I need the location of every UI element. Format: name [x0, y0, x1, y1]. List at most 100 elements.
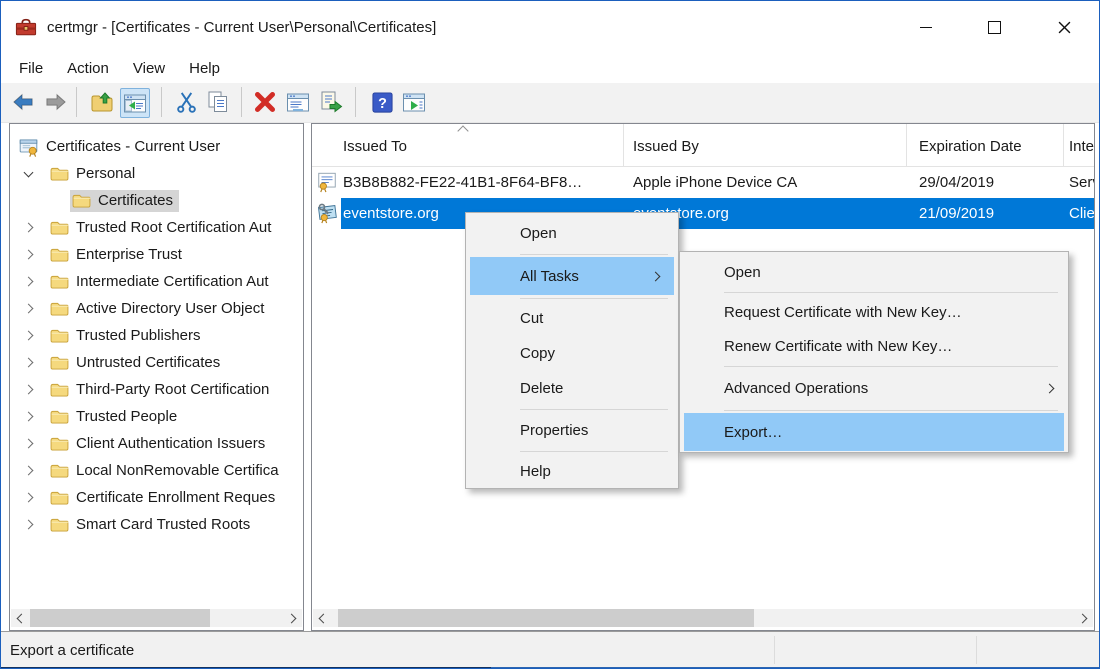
tree-item-personal[interactable]: Personal: [10, 160, 303, 187]
menu-separator: [724, 292, 1058, 293]
back-button[interactable]: [10, 89, 36, 115]
show-console-tree-button[interactable]: [120, 88, 150, 118]
tree-item-ad-user-object[interactable]: Active Directory User Object: [10, 295, 303, 322]
context-menu-item-all-tasks[interactable]: All Tasks: [470, 257, 674, 295]
submenu-chevron-icon: [651, 271, 661, 281]
submenu-item-renew-certificate[interactable]: Renew Certificate with New Key…: [680, 329, 1068, 363]
scrollbar-thumb[interactable]: [338, 609, 754, 627]
new-window-icon: [402, 90, 426, 114]
tree-item-trusted-people[interactable]: Trusted People: [10, 403, 303, 430]
menu-view[interactable]: View: [121, 56, 177, 81]
tree-selected-highlight: Certificates: [70, 190, 179, 212]
tree-horizontal-scrollbar[interactable]: [11, 609, 302, 627]
maximize-button[interactable]: [961, 2, 1027, 52]
tree-item-local-nonremovable[interactable]: Local NonRemovable Certifica: [10, 457, 303, 484]
cut-button[interactable]: [173, 89, 199, 115]
folder-icon: [72, 193, 91, 208]
tree-item-client-auth-issuers[interactable]: Client Authentication Issuers: [10, 430, 303, 457]
certificate-with-key-icon: [316, 202, 338, 224]
delete-button[interactable]: [252, 89, 278, 115]
chevron-right-icon[interactable]: [22, 357, 34, 369]
menu-file[interactable]: File: [7, 56, 55, 81]
tree-item-intermediate[interactable]: Intermediate Certification Aut: [10, 268, 303, 295]
certificate-row[interactable]: B3B8B882-FE22-41B1-8F64-BF8… Apple iPhon…: [312, 167, 1094, 198]
new-window-button[interactable]: [401, 89, 427, 115]
submenu-item-advanced-operations[interactable]: Advanced Operations: [680, 369, 1068, 407]
context-menu-item-cut[interactable]: Cut: [466, 301, 678, 336]
cell-issued-to: eventstore.org: [343, 198, 439, 229]
chevron-right-icon[interactable]: [22, 411, 34, 423]
list-horizontal-scrollbar[interactable]: [313, 609, 1093, 627]
menu-help[interactable]: Help: [177, 56, 232, 81]
column-header-intended-purposes[interactable]: Inte: [1069, 124, 1094, 166]
folder-icon: [50, 436, 69, 451]
cell-issued-to: B3B8B882-FE22-41B1-8F64-BF8…: [343, 167, 582, 198]
tree-item-trusted-publishers[interactable]: Trusted Publishers: [10, 322, 303, 349]
column-divider[interactable]: [906, 124, 907, 166]
status-divider: [976, 636, 977, 664]
tree-item-certificates[interactable]: Certificates: [10, 187, 303, 214]
folder-icon: [50, 301, 69, 316]
chevron-right-icon[interactable]: [22, 330, 34, 342]
chevron-right-icon[interactable]: [22, 438, 34, 450]
tree-item-cert-enrollment-requests[interactable]: Certificate Enrollment Reques: [10, 484, 303, 511]
context-menu-item-help[interactable]: Help: [466, 454, 678, 489]
chevron-right-icon[interactable]: [22, 249, 34, 261]
tree-item-label: Trusted Root Certification Aut: [76, 219, 271, 236]
copy-button[interactable]: [205, 89, 231, 115]
export-list-button[interactable]: [318, 89, 344, 115]
tree-item-label: Trusted People: [76, 408, 177, 425]
column-header-expiration-date[interactable]: Expiration Date: [919, 124, 1022, 166]
submenu-item-open[interactable]: Open: [680, 255, 1068, 289]
tree-item-label: Enterprise Trust: [76, 246, 182, 263]
menu-item-label: All Tasks: [520, 268, 579, 285]
submenu-item-request-certificate[interactable]: Request Certificate with New Key…: [680, 295, 1068, 329]
minimize-icon: [920, 27, 932, 28]
close-button[interactable]: [1031, 2, 1097, 52]
certificate-row-selected[interactable]: eventstore.org eventstore.org 21/09/2019…: [312, 198, 1094, 229]
toolbar-separator: [76, 87, 77, 117]
column-divider[interactable]: [623, 124, 624, 166]
scrollbar-thumb[interactable]: [30, 609, 210, 627]
chevron-right-icon[interactable]: [22, 303, 34, 315]
back-icon: [11, 91, 35, 113]
chevron-right-icon[interactable]: [22, 384, 34, 396]
cell-issued-by: Apple iPhone Device CA: [633, 167, 797, 198]
certmgr-app-icon: [14, 16, 38, 38]
scroll-right-arrow[interactable]: [1075, 609, 1093, 627]
tree-item-untrusted-certificates[interactable]: Untrusted Certificates: [10, 349, 303, 376]
tree-item-label: Trusted Publishers: [76, 327, 201, 344]
help-button[interactable]: [369, 89, 395, 115]
tree-item-smart-card-roots[interactable]: Smart Card Trusted Roots: [10, 511, 303, 538]
context-menu-item-delete[interactable]: Delete: [466, 371, 678, 406]
chevron-right-icon[interactable]: [22, 519, 34, 531]
chevron-right-icon[interactable]: [22, 222, 34, 234]
show-console-tree-icon: [123, 91, 147, 115]
context-menu-item-properties[interactable]: Properties: [466, 412, 678, 448]
chevron-down-icon[interactable]: [22, 168, 34, 180]
scroll-left-arrow[interactable]: [11, 609, 29, 627]
context-menu-item-copy[interactable]: Copy: [466, 336, 678, 371]
column-divider[interactable]: [1063, 124, 1064, 166]
folder-icon: [50, 382, 69, 397]
chevron-right-icon[interactable]: [22, 276, 34, 288]
column-header-issued-to[interactable]: Issued To: [343, 124, 407, 166]
scroll-left-arrow[interactable]: [313, 609, 331, 627]
scroll-right-arrow[interactable]: [284, 609, 302, 627]
chevron-right-icon[interactable]: [22, 492, 34, 504]
forward-button[interactable]: [43, 89, 69, 115]
tree-item-root[interactable]: Certificates - Current User: [10, 133, 303, 160]
tree-item-third-party-root[interactable]: Third-Party Root Certification: [10, 376, 303, 403]
chevron-right-icon[interactable]: [22, 465, 34, 477]
tree-item-enterprise-trust[interactable]: Enterprise Trust: [10, 241, 303, 268]
context-menu-item-open[interactable]: Open: [466, 216, 678, 251]
submenu-item-export[interactable]: Export…: [684, 413, 1064, 451]
up-one-level-button[interactable]: [89, 89, 115, 115]
menu-action[interactable]: Action: [55, 56, 121, 81]
column-header-issued-by[interactable]: Issued By: [633, 124, 699, 166]
tree-item-trusted-root[interactable]: Trusted Root Certification Aut: [10, 214, 303, 241]
properties-button[interactable]: [285, 89, 311, 115]
certificate-tree: Certificates - Current User Personal Cer…: [10, 124, 303, 606]
minimize-button[interactable]: [893, 2, 959, 52]
tree-item-label: Third-Party Root Certification: [76, 381, 269, 398]
